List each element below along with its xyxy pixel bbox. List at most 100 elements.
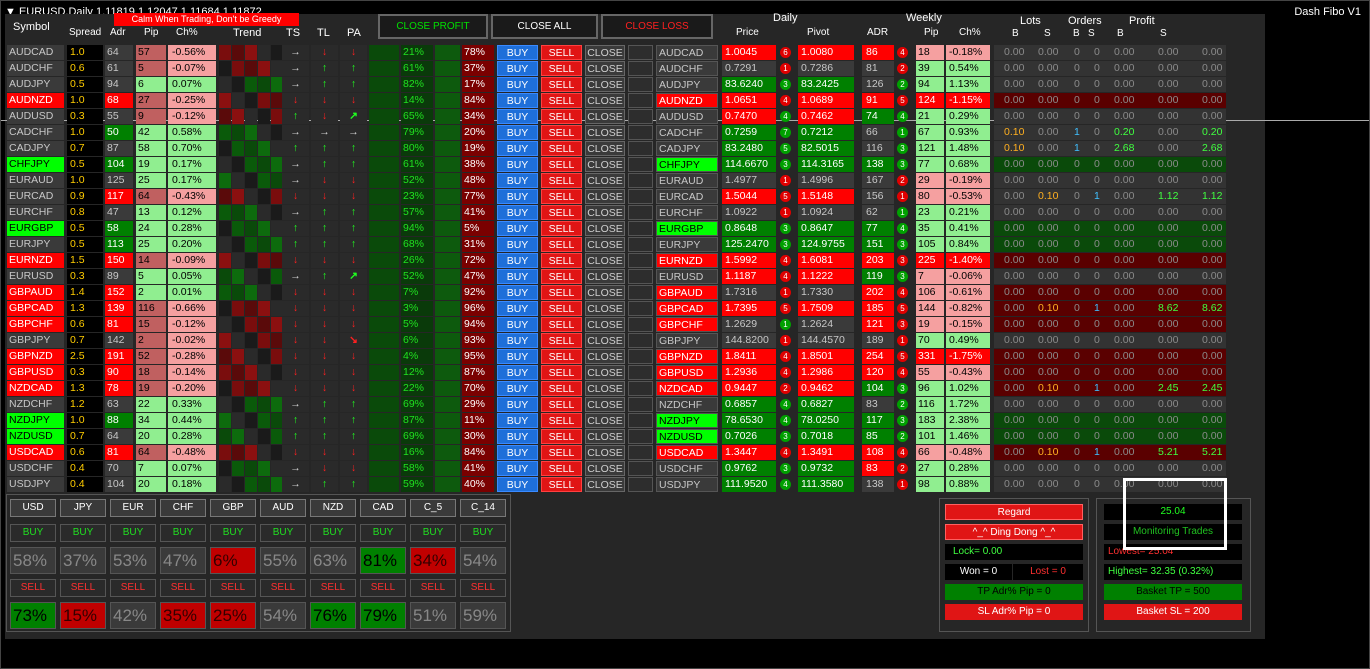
close-loss-button[interactable]: CLOSE LOSS [601,14,713,39]
buy-label[interactable]: BUY [210,524,256,542]
close-extra[interactable] [628,253,653,268]
close-button[interactable]: CLOSE [585,429,625,444]
sell-label[interactable]: SELL [10,579,56,597]
close-button[interactable]: CLOSE [585,61,625,76]
close-button[interactable]: CLOSE [585,205,625,220]
buy-button[interactable]: BUY [497,397,538,412]
sell-label[interactable]: SELL [210,579,256,597]
close-button[interactable]: CLOSE [585,365,625,380]
buy-button[interactable]: BUY [497,381,538,396]
sell-button[interactable]: SELL [541,109,582,124]
buy-button[interactable]: BUY [497,237,538,252]
close-button[interactable]: CLOSE [585,157,625,172]
sell-button[interactable]: SELL [541,141,582,156]
close-button[interactable]: CLOSE [585,349,625,364]
buy-button[interactable]: BUY [497,205,538,220]
close-extra[interactable] [628,429,653,444]
close-button[interactable]: CLOSE [585,77,625,92]
close-extra[interactable] [628,205,653,220]
close-extra[interactable] [628,333,653,348]
buy-button[interactable]: BUY [497,45,538,60]
sell-button[interactable]: SELL [541,413,582,428]
close-extra[interactable] [628,413,653,428]
close-extra[interactable] [628,349,653,364]
sell-button[interactable]: SELL [541,93,582,108]
sell-button[interactable]: SELL [541,381,582,396]
close-extra[interactable] [628,461,653,476]
sell-button[interactable]: SELL [541,301,582,316]
sell-button[interactable]: SELL [541,221,582,236]
buy-button[interactable]: BUY [497,173,538,188]
buy-label[interactable]: BUY [160,524,206,542]
buy-label[interactable]: BUY [110,524,156,542]
close-button[interactable]: CLOSE [585,301,625,316]
buy-button[interactable]: BUY [497,189,538,204]
buy-label[interactable]: BUY [360,524,406,542]
close-button[interactable]: CLOSE [585,333,625,348]
buy-button[interactable]: BUY [497,301,538,316]
buy-button[interactable]: BUY [497,461,538,476]
close-button[interactable]: CLOSE [585,173,625,188]
close-extra[interactable] [628,157,653,172]
sell-label[interactable]: SELL [410,579,456,597]
buy-button[interactable]: BUY [497,125,538,140]
close-button[interactable]: CLOSE [585,45,625,60]
sell-label[interactable]: SELL [360,579,406,597]
close-extra[interactable] [628,173,653,188]
buy-label[interactable]: BUY [310,524,356,542]
close-extra[interactable] [628,365,653,380]
sell-button[interactable]: SELL [541,333,582,348]
close-button[interactable]: CLOSE [585,269,625,284]
currency-tab-jpy[interactable]: JPY [60,499,106,517]
close-button[interactable]: CLOSE [585,237,625,252]
close-extra[interactable] [628,141,653,156]
currency-tab-c_14[interactable]: C_14 [460,499,506,517]
buy-label[interactable]: BUY [260,524,306,542]
close-button[interactable]: CLOSE [585,253,625,268]
buy-button[interactable]: BUY [497,77,538,92]
buy-button[interactable]: BUY [497,317,538,332]
close-button[interactable]: CLOSE [585,93,625,108]
sell-button[interactable]: SELL [541,461,582,476]
close-extra[interactable] [628,77,653,92]
buy-button[interactable]: BUY [497,285,538,300]
buy-label[interactable]: BUY [10,524,56,542]
sell-button[interactable]: SELL [541,45,582,60]
sell-button[interactable]: SELL [541,317,582,332]
buy-button[interactable]: BUY [497,477,538,492]
close-extra[interactable] [628,189,653,204]
sell-button[interactable]: SELL [541,61,582,76]
close-button[interactable]: CLOSE [585,317,625,332]
sell-button[interactable]: SELL [541,173,582,188]
currency-tab-eur[interactable]: EUR [110,499,156,517]
sell-label[interactable]: SELL [460,579,506,597]
sell-button[interactable]: SELL [541,157,582,172]
sell-button[interactable]: SELL [541,349,582,364]
close-button[interactable]: CLOSE [585,189,625,204]
buy-button[interactable]: BUY [497,333,538,348]
currency-tab-cad[interactable]: CAD [360,499,406,517]
close-button[interactable]: CLOSE [585,477,625,492]
buy-button[interactable]: BUY [497,157,538,172]
close-button[interactable]: CLOSE [585,285,625,300]
close-extra[interactable] [628,221,653,236]
close-extra[interactable] [628,285,653,300]
sell-button[interactable]: SELL [541,365,582,380]
buy-button[interactable]: BUY [497,349,538,364]
sell-label[interactable]: SELL [110,579,156,597]
sell-button[interactable]: SELL [541,397,582,412]
sell-button[interactable]: SELL [541,189,582,204]
buy-button[interactable]: BUY [497,93,538,108]
close-button[interactable]: CLOSE [585,381,625,396]
sell-button[interactable]: SELL [541,205,582,220]
close-extra[interactable] [628,61,653,76]
sell-button[interactable]: SELL [541,285,582,300]
close-profit-button[interactable]: CLOSE PROFIT [378,14,488,39]
currency-tab-aud[interactable]: AUD [260,499,306,517]
close-button[interactable]: CLOSE [585,109,625,124]
close-extra[interactable] [628,237,653,252]
currency-tab-c_5[interactable]: C_5 [410,499,456,517]
sell-label[interactable]: SELL [60,579,106,597]
buy-button[interactable]: BUY [497,413,538,428]
buy-label[interactable]: BUY [460,524,506,542]
